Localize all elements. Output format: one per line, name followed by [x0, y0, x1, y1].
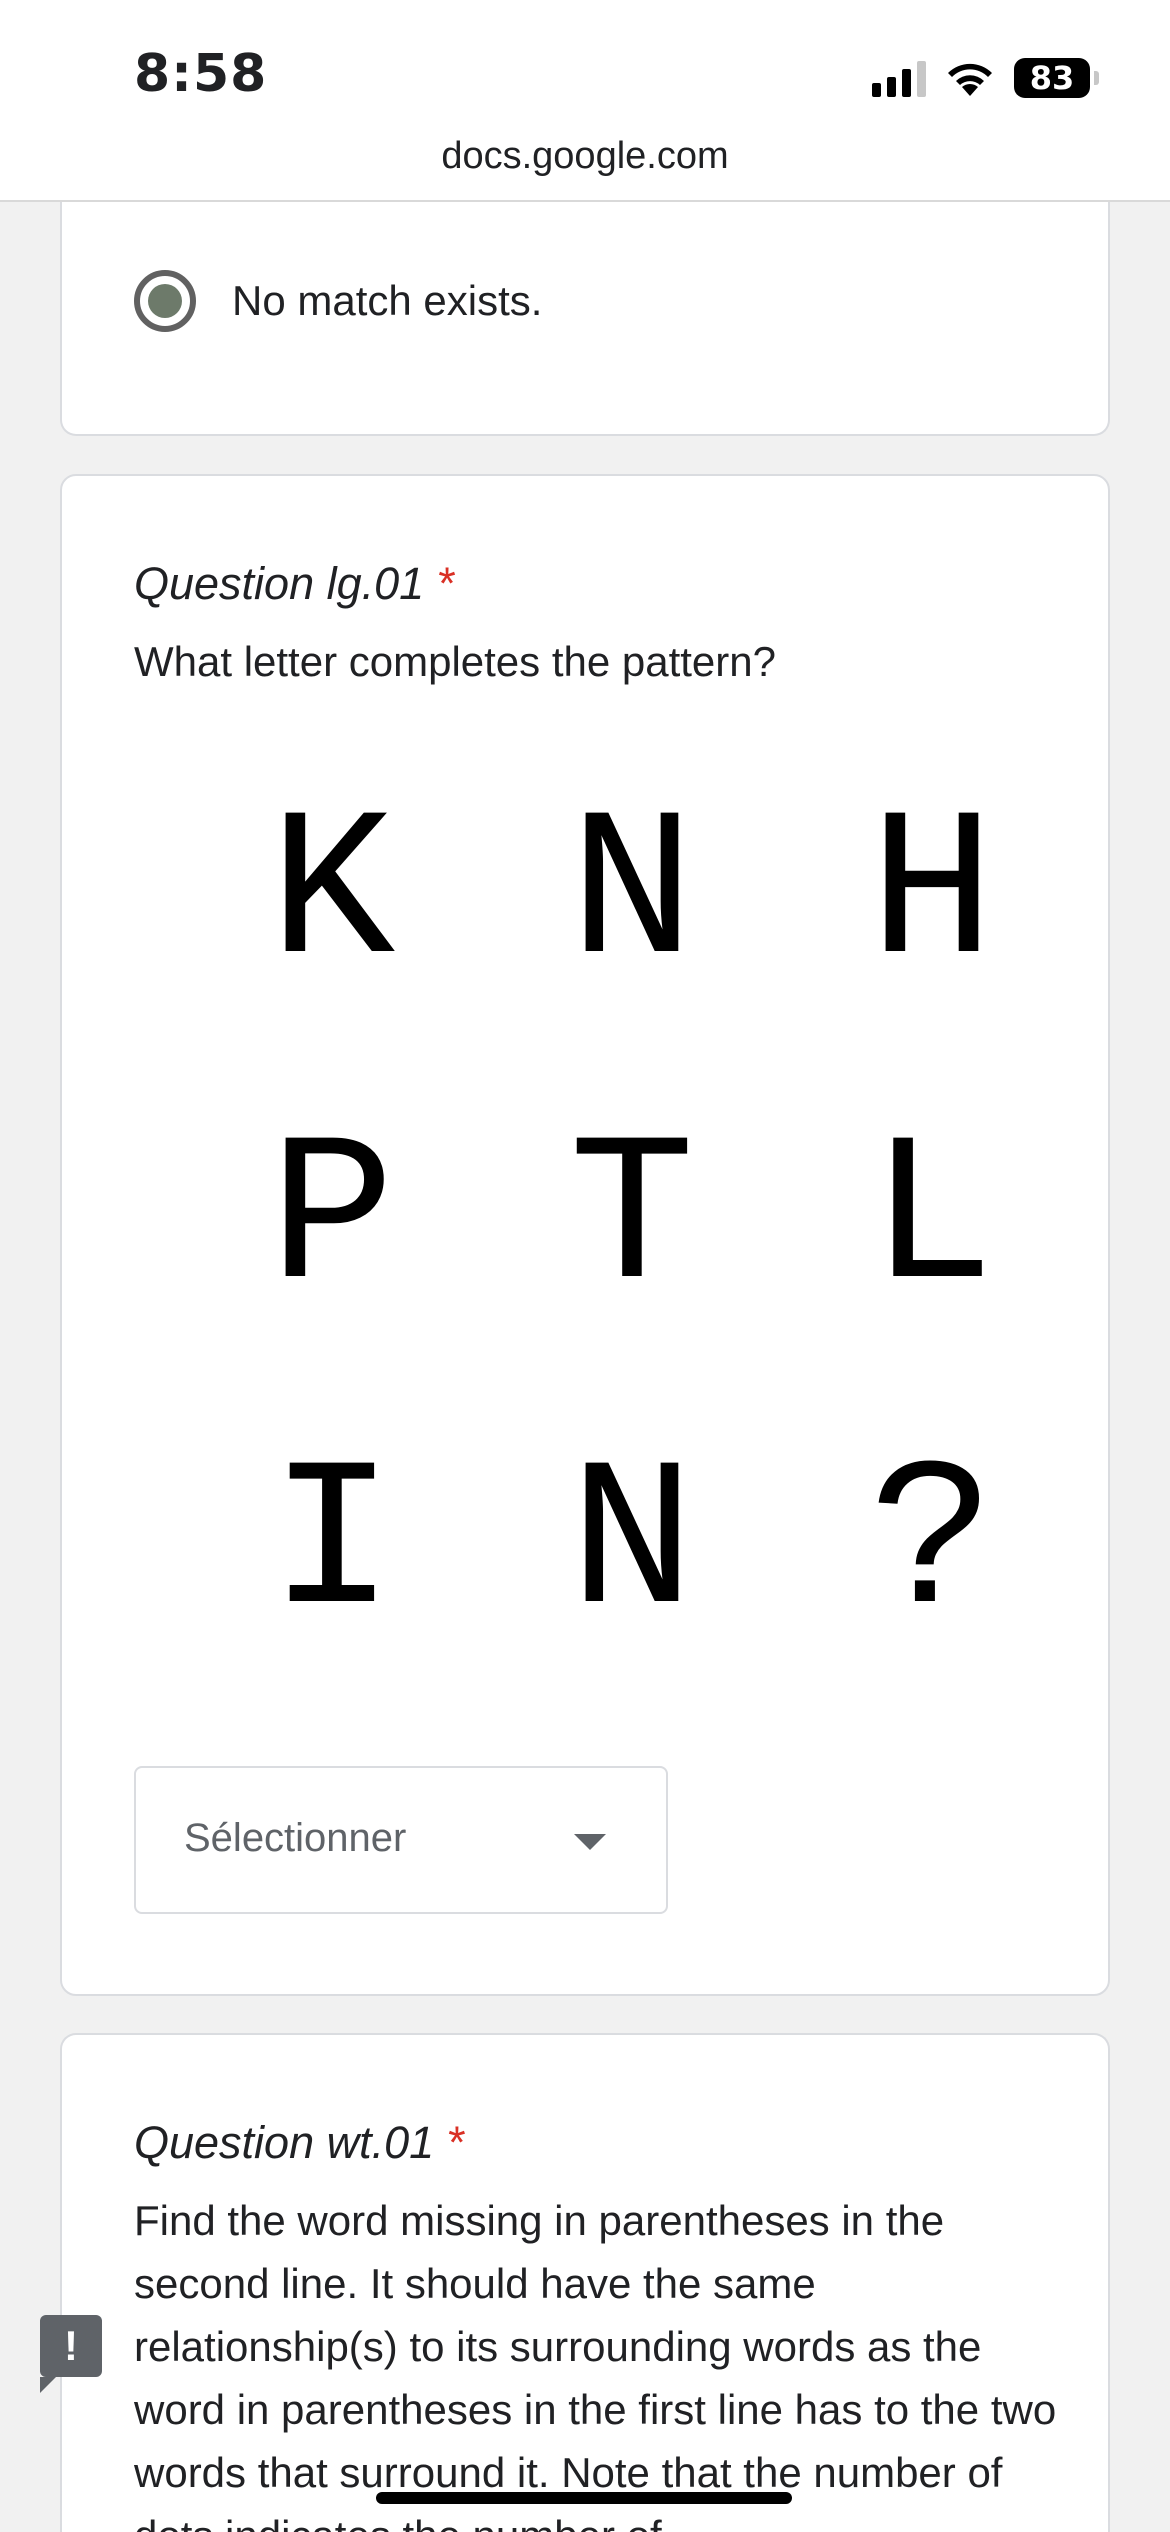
url-bar[interactable]: docs.google.com	[0, 135, 1170, 178]
grid-cell: N	[568, 777, 696, 1015]
report-problem-icon[interactable]: !	[40, 2315, 102, 2393]
required-marker: *	[448, 2117, 466, 2168]
radio-option-label: No match exists.	[232, 277, 543, 324]
grid-cell: N	[568, 1427, 696, 1665]
cellular-signal-icon	[872, 59, 926, 97]
grid-cell: K	[268, 777, 396, 1015]
question-prompt: Find the word missing in parentheses in …	[134, 2197, 1057, 2532]
wifi-icon	[944, 58, 996, 98]
status-bar: 8:58 83 docs.google.com	[0, 0, 1170, 202]
page: 8:58 83 docs.google.com No match exists.…	[0, 0, 1170, 2532]
dropdown-placeholder: Sélectionner	[184, 1816, 407, 1860]
radio-option-no-match[interactable]: No match exists.	[134, 270, 542, 332]
battery-icon: 83	[1014, 58, 1099, 98]
status-icons: 83	[872, 55, 1099, 101]
radio-dot	[148, 284, 182, 318]
home-indicator[interactable]	[376, 2492, 792, 2504]
status-time: 8:58	[134, 44, 268, 104]
question-title-text: Question lg.01	[134, 558, 425, 609]
grid-cell: ?	[868, 1427, 996, 1665]
question-lg-card: Question lg.01 * What letter completes th…	[60, 474, 1110, 1996]
grid-cell: L	[868, 1102, 996, 1340]
required-marker: *	[438, 558, 456, 609]
answer-dropdown[interactable]: Sélectionner	[134, 1766, 668, 1914]
grid-cell: H	[868, 777, 996, 1015]
question-title-text: Question wt.01	[134, 2117, 435, 2168]
grid-cell: P	[268, 1102, 396, 1340]
radio-selected-icon[interactable]	[134, 270, 196, 332]
grid-cell: I	[268, 1427, 396, 1665]
question-prompt: What letter completes the pattern?	[134, 638, 776, 685]
question-wt-card: Question wt.01 * Find the word missing in…	[60, 2033, 1110, 2532]
grid-cell: T	[568, 1102, 696, 1340]
chevron-down-icon	[574, 1834, 606, 1850]
question-title: Question lg.01 *	[134, 558, 456, 610]
question-title: Question wt.01 *	[134, 2117, 466, 2169]
letter-grid-image: K N H P T L I N ?	[182, 777, 1082, 1651]
